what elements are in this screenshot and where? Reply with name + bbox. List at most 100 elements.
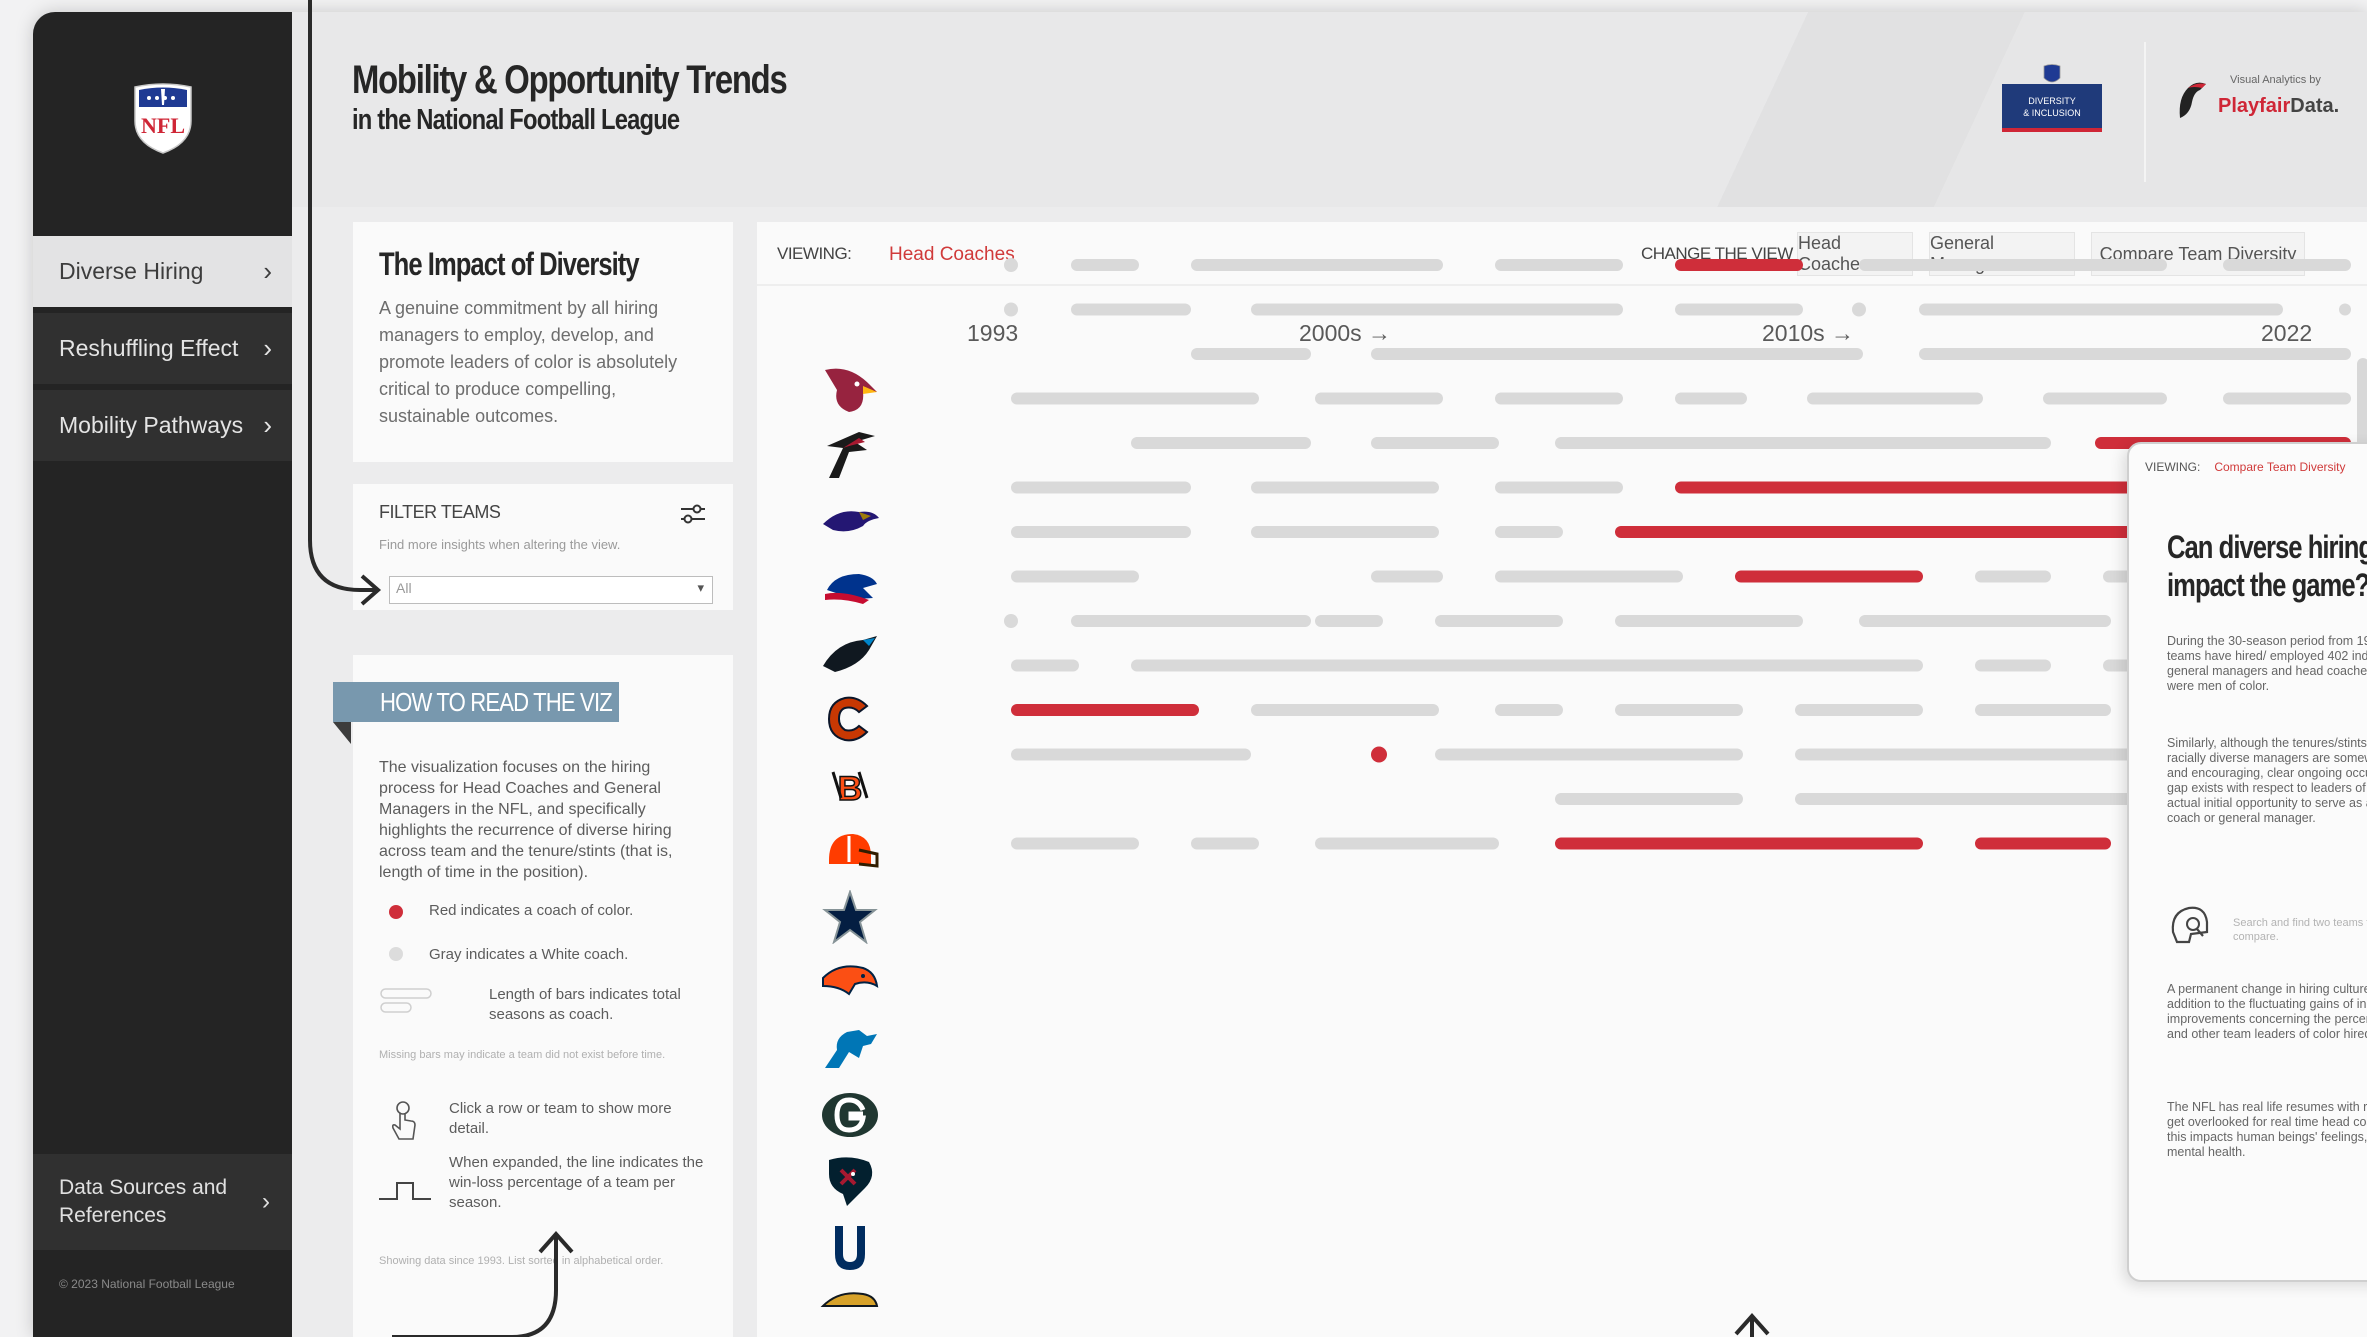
- nfl-logo[interactable]: NFL: [33, 12, 292, 224]
- overlay-paragraph-1: During the 30-season period from 1993-20…: [2167, 634, 2367, 693]
- overlay-paragraph-4: The NFL has real life resumes with real …: [2167, 1100, 2367, 1159]
- tenure-bar-gray[interactable]: [1495, 704, 1563, 716]
- tenure-bar-red[interactable]: [1975, 837, 2111, 850]
- how-to-read-card: The visualization focuses on the hiring …: [353, 655, 733, 1337]
- tenure-bar-gray[interactable]: [1251, 704, 1439, 716]
- tenure-bar-gray[interactable]: [1011, 481, 1191, 494]
- tenure-dot-gray[interactable]: [1004, 614, 1018, 628]
- tenure-bar-gray[interactable]: [1011, 659, 1079, 672]
- attribution-brand-a: Playfair: [2218, 94, 2291, 117]
- tenure-bar-gray[interactable]: [1191, 837, 1259, 850]
- tenure-bar-gray[interactable]: [1495, 481, 1623, 494]
- compare-overlay-card[interactable]: VIEWING: Compare Team Diversity Can diver…: [2127, 442, 2367, 1282]
- tenure-bar-gray[interactable]: [1011, 570, 1139, 583]
- page-title: Mobility & Opportunity Trends: [352, 58, 788, 102]
- tenure-bar-gray[interactable]: [1371, 437, 1499, 449]
- diversity-inclusion-logo[interactable]: DIVERSITY & INCLUSION: [2000, 62, 2104, 142]
- tenure-bar-red[interactable]: [1675, 259, 1803, 271]
- tenure-bar-gray[interactable]: [1071, 259, 1139, 271]
- legend-winloss-text: When expanded, the line indicates the wi…: [449, 1154, 704, 1211]
- tenure-bar-gray[interactable]: [1919, 303, 2283, 316]
- tenure-bar-gray[interactable]: [1011, 392, 1259, 405]
- tenure-dot-gray[interactable]: [1004, 258, 1018, 272]
- tenure-bar-gray[interactable]: [1011, 837, 1139, 850]
- chevron-right-icon: ›: [262, 1187, 270, 1215]
- tenure-bar-gray[interactable]: [1371, 570, 1443, 583]
- tenure-bar-gray[interactable]: [1251, 481, 1439, 494]
- tenure-bar-gray[interactable]: [1071, 615, 1311, 627]
- win-loss-line-icon: [379, 1182, 431, 1200]
- sliders-icon[interactable]: [679, 502, 707, 526]
- tenure-bar-gray[interactable]: [1495, 526, 1563, 538]
- sidebar-item-mobility-pathways[interactable]: Mobility Pathways ›: [33, 390, 292, 464]
- sidebar-item-diverse-hiring[interactable]: Diverse Hiring ›: [33, 236, 292, 310]
- tenure-bar-gray[interactable]: [1131, 659, 1923, 672]
- tenure-bar-gray[interactable]: [1071, 303, 1191, 316]
- howto-description: The visualization focuses on the hiring …: [379, 759, 673, 881]
- overlay-paragraph-2: Similarly, although the tenures/stints o…: [2167, 736, 2367, 825]
- tenure-bar-red[interactable]: [1675, 481, 2167, 494]
- filter-card: FILTER TEAMS Find more insights when alt…: [353, 484, 733, 610]
- tenure-bar-gray[interactable]: [1435, 615, 1563, 627]
- tenure-bar-gray[interactable]: [2223, 259, 2351, 271]
- tenure-bar-gray[interactable]: [1371, 348, 1863, 360]
- team-filter-select[interactable]: All: [389, 576, 713, 604]
- tenure-bar-gray[interactable]: [1251, 303, 1623, 316]
- hiring-bars-chart: [1004, 258, 2351, 850]
- playfair-data-logo[interactable]: Visual Analytics by PlayfairData.: [2174, 74, 2339, 122]
- tenure-bar-gray[interactable]: [1615, 615, 1803, 627]
- tenure-bar-gray[interactable]: [1495, 259, 1623, 271]
- tenure-bar-gray[interactable]: [1795, 704, 1923, 716]
- tenure-bar-red[interactable]: [1011, 704, 1199, 716]
- tenure-bar-gray[interactable]: [1975, 704, 2111, 716]
- tenure-bar-gray[interactable]: [2223, 392, 2351, 405]
- chevron-right-icon: ›: [263, 333, 272, 363]
- tenure-dot-gray[interactable]: [1852, 302, 1866, 317]
- howto-banner-text: HOW TO READ THE VIZ: [380, 686, 613, 717]
- tenure-bar-gray[interactable]: [1675, 392, 1747, 405]
- data-sources-label: Data Sources and: [59, 1175, 228, 1199]
- tenure-bar-gray[interactable]: [1615, 704, 1743, 716]
- nfl-logo-text: NFL: [141, 113, 185, 138]
- tenure-bar-gray[interactable]: [1315, 615, 1383, 627]
- tenure-bar-gray[interactable]: [1975, 570, 2051, 583]
- tenure-bar-gray[interactable]: [2043, 392, 2167, 405]
- gray-dot-icon: [389, 947, 403, 961]
- tenure-bar-gray[interactable]: [1191, 259, 1443, 271]
- tenure-bar-gray[interactable]: [1191, 348, 1311, 360]
- tenure-bar-gray[interactable]: [2339, 303, 2351, 316]
- tenure-bar-gray[interactable]: [1435, 748, 1743, 761]
- tenure-dot-gray[interactable]: [1004, 302, 1018, 317]
- impact-heading: The Impact of Diversity: [379, 246, 640, 282]
- chevron-right-icon: ›: [263, 410, 272, 440]
- scrollbar[interactable]: [2357, 358, 2367, 448]
- tenure-bar-red[interactable]: [1735, 570, 1923, 583]
- app-frame: NFL Diverse Hiring › Reshuffling Effect …: [33, 12, 2367, 1337]
- tenure-bar-gray[interactable]: [1315, 392, 1443, 405]
- helmet-search-icon[interactable]: [2167, 902, 2213, 948]
- tenure-bar-gray[interactable]: [1011, 526, 1191, 538]
- tenure-bar-gray[interactable]: [1807, 392, 1983, 405]
- tenure-dot-red[interactable]: [1371, 746, 1387, 763]
- tenure-bar-gray[interactable]: [1555, 437, 2051, 449]
- tenure-bar-red[interactable]: [1555, 837, 1923, 850]
- filter-label: FILTER TEAMS: [379, 502, 501, 522]
- di-badge-line-2: & INCLUSION: [2023, 108, 2081, 118]
- overlay-viewing-label: VIEWING:: [2145, 460, 2201, 474]
- tenure-bar-gray[interactable]: [1675, 303, 1803, 316]
- tenure-bar-gray[interactable]: [1011, 748, 1251, 761]
- tenure-bar-gray[interactable]: [1859, 615, 2111, 627]
- tenure-bar-gray[interactable]: [1131, 437, 1311, 449]
- page-subtitle: in the National Football League: [352, 104, 680, 136]
- sidebar-item-data-sources[interactable]: Data Sources and References ›: [33, 1154, 292, 1250]
- tenure-bar-gray[interactable]: [1975, 659, 2051, 672]
- impact-body: A genuine commitment by all hiring manag…: [379, 298, 678, 426]
- tenure-bar-gray[interactable]: [1495, 392, 1623, 405]
- tenure-bar-gray[interactable]: [1919, 348, 2351, 360]
- tenure-bar-gray[interactable]: [1495, 570, 1683, 583]
- sidebar-item-reshuffling-effect[interactable]: Reshuffling Effect ›: [33, 313, 292, 387]
- tenure-bar-gray[interactable]: [1555, 793, 1743, 805]
- tenure-bar-gray[interactable]: [1315, 837, 1499, 850]
- tenure-bar-gray[interactable]: [1251, 526, 1439, 538]
- tenure-bar-gray[interactable]: [1859, 259, 2167, 271]
